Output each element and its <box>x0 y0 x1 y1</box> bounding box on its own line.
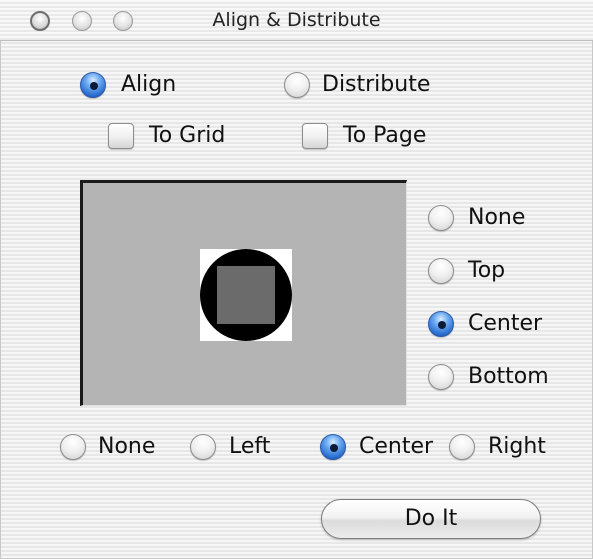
align-radio[interactable] <box>80 72 106 98</box>
alignment-preview <box>80 180 407 406</box>
to-grid-label[interactable]: To Grid <box>149 123 225 149</box>
horizontal-none-label[interactable]: None <box>98 434 155 460</box>
vertical-bottom-radio[interactable] <box>428 364 454 390</box>
to-page-checkbox[interactable] <box>302 123 328 149</box>
distribute-radio[interactable] <box>284 72 310 98</box>
vertical-none-radio[interactable] <box>428 205 454 231</box>
horizontal-center-label[interactable]: Center <box>359 434 433 460</box>
vertical-top-radio[interactable] <box>428 258 454 284</box>
vertical-center-label[interactable]: Center <box>468 311 542 337</box>
vertical-none-label[interactable]: None <box>468 205 525 231</box>
vertical-bottom-label[interactable]: Bottom <box>468 364 549 390</box>
title-bar[interactable]: Align & Distribute <box>0 0 593 41</box>
align-distribute-window: Align & Distribute Align Distribute To G… <box>0 0 593 559</box>
horizontal-right-radio[interactable] <box>449 434 475 460</box>
vertical-top-label[interactable]: Top <box>468 258 505 284</box>
to-grid-checkbox[interactable] <box>108 123 134 149</box>
horizontal-left-radio[interactable] <box>190 434 216 460</box>
do-it-button[interactable]: Do It <box>321 499 541 539</box>
to-page-label[interactable]: To Page <box>343 123 426 149</box>
distribute-label[interactable]: Distribute <box>322 72 430 98</box>
horizontal-center-radio[interactable] <box>320 434 346 460</box>
align-label[interactable]: Align <box>121 72 176 98</box>
vertical-center-radio[interactable] <box>428 311 454 337</box>
horizontal-right-label[interactable]: Right <box>488 434 546 460</box>
window-title: Align & Distribute <box>212 9 381 31</box>
horizontal-left-label[interactable]: Left <box>229 434 270 460</box>
preview-square-shape <box>217 266 275 324</box>
horizontal-none-radio[interactable] <box>60 434 86 460</box>
